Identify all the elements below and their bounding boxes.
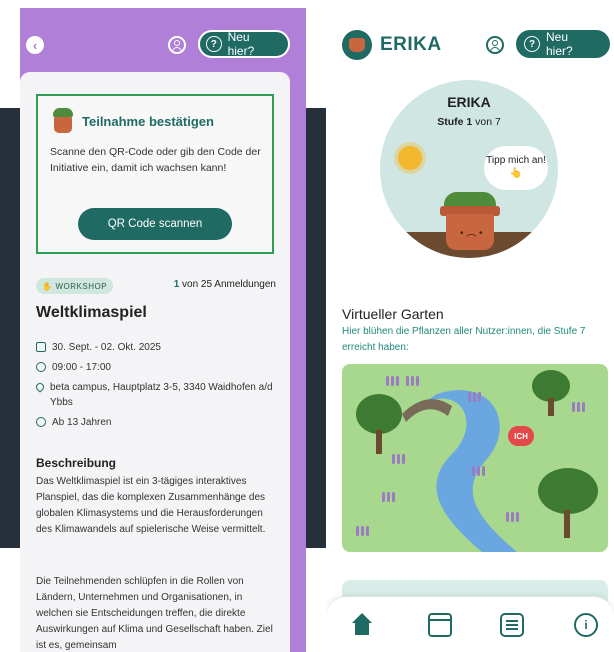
calendar-icon [36,342,46,352]
confirm-header: Teilnahme bestätigen [50,108,214,134]
plant-avatar[interactable]: ERIKA Stufe 1 von 7 Tipp mich an! 👆 • ︵ … [380,80,558,258]
event-detail-screen: ‹ ? Neu hier? Teilnahme bestätigen Scann… [20,8,306,652]
me-marker[interactable]: ICH [508,426,534,446]
lavender-icon [356,524,374,536]
sad-face-icon: • ︵ • [460,228,483,239]
event-time: 09:00 - 17:00 [36,360,276,375]
category-badge: ✋ WORKSHOP [36,278,114,294]
bottom-navigation: i [326,596,614,652]
category-badge-label: WORKSHOP [55,281,108,291]
plant-name: ERIKA [447,94,491,110]
lavender-icon [386,374,404,386]
location-pin-icon [34,381,46,393]
tree-icon [538,468,598,514]
registration-count: 1 von 25 Anmeldungen [174,279,276,290]
plant-pot-character[interactable]: • ︵ • [440,192,500,252]
neu-hier-button[interactable]: ? Neu hier? [198,30,290,58]
lavender-icon [468,390,486,402]
app-name: ERIKA [380,34,442,55]
event-time-text: 09:00 - 17:00 [52,362,111,373]
app-logo [342,30,372,60]
garden-title: Virtueller Garten [342,306,444,322]
home-screen: ERIKA ? Neu hier? ERIKA Stufe 1 von 7 Ti… [326,0,614,652]
help-icon: ? [524,36,540,52]
plant-level-suffix: von 7 [472,116,501,128]
top-bar: ‹ ? Neu hier? [20,8,306,72]
event-info-list: 30. Sept. - 02. Okt. 2025 09:00 - 17:00 … [34,340,276,435]
event-location-text: beta campus, Hauptplatz 3-5, 3340 Waidho… [50,382,273,408]
lavender-icon [392,452,410,464]
lavender-icon [382,490,400,502]
description-paragraph-2: Die Teilnehmenden schlüpfen in die Rolle… [36,576,273,651]
lavender-icon [472,464,490,476]
tree-icon [356,394,402,434]
tap-me-bubble[interactable]: Tipp mich an! 👆 [484,146,548,190]
registration-suffix: von 25 Anmeldungen [179,279,276,290]
screenshot-stage: ‹ ? Neu hier? Teilnahme bestätigen Scann… [0,0,614,652]
info-icon[interactable]: i [574,613,598,637]
river [422,390,517,552]
lavender-icon [572,400,590,412]
user-icon[interactable] [168,36,186,54]
back-icon: ‹ [32,37,38,53]
neu-hier-label: Neu hier? [546,30,573,58]
age-icon [36,417,46,427]
lavender-icon [506,510,524,522]
description-paragraph-1: Das Weltklimaspiel ist ein 3-tägiges int… [36,476,266,535]
qr-scan-button[interactable]: QR Code scannen [78,208,232,240]
confirm-title: Teilnahme bestätigen [82,113,214,129]
clock-icon [36,362,46,372]
list-icon[interactable] [500,613,524,637]
calendar-icon[interactable] [428,613,452,637]
plant-level-label: Stufe 1 [437,116,473,128]
help-icon: ? [206,36,222,52]
event-location[interactable]: beta campus, Hauptplatz 3-5, 3340 Waidho… [34,380,276,410]
hand-icon: ✋ [42,281,53,291]
back-button[interactable]: ‹ [26,36,44,54]
user-icon[interactable] [486,36,504,54]
confirm-participation-box: Teilnahme bestätigen Scanne den QR-Code … [36,94,274,254]
event-date: 30. Sept. - 02. Okt. 2025 [36,340,276,355]
virtual-garden[interactable]: ICH [342,364,608,552]
description-title: Beschreibung [36,456,117,470]
event-age: Ab 13 Jahren [36,415,276,430]
event-card: Teilnahme bestätigen Scanne den QR-Code … [20,72,290,652]
event-age-text: Ab 13 Jahren [52,417,112,428]
neu-hier-label: Neu hier? [227,30,255,58]
plant-pot-icon [50,108,76,134]
garden-subtitle: Hier blühen die Pflanzen aller Nutzer:in… [342,326,586,353]
bridge [402,399,452,422]
sun-icon [398,146,422,170]
event-date-text: 30. Sept. - 02. Okt. 2025 [52,342,161,353]
plant-level: Stufe 1 von 7 [380,116,558,128]
background-strip-right [306,108,326,548]
event-title: Weltklimaspiel [36,304,147,321]
background-strip-left [0,108,20,548]
home-icon[interactable] [350,613,374,637]
neu-hier-button[interactable]: ? Neu hier? [516,30,610,58]
lavender-icon [406,374,424,386]
confirm-text: Scanne den QR-Code oder gib den Code der… [50,146,261,174]
event-meta-row: ✋ WORKSHOP 1 von 25 Anmeldungen [36,276,276,296]
